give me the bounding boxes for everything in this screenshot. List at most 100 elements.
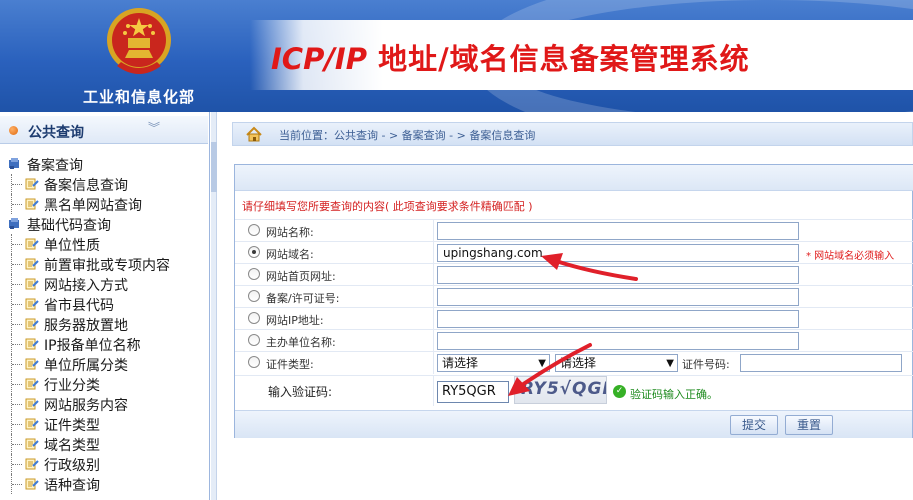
sidebar-item[interactable]: 黑名单网站查询 (0, 194, 208, 214)
tree-connector (11, 474, 23, 494)
site-name-input[interactable] (437, 222, 799, 240)
sidebar-item-label: 备案信息查询 (44, 178, 128, 194)
breadcrumb-text: 当前位置：公共查询 - > 备案查询 - > 备案信息查询 (279, 129, 536, 142)
national-emblem-icon (107, 8, 171, 74)
sidebar-item[interactable]: 行业分类 (0, 374, 208, 394)
system-title-cn: 地址/域名信息备案管理系统 (366, 42, 750, 76)
sidebar-item[interactable]: 证件类型 (0, 414, 208, 434)
domain-required-note: * 网站域名必须输入 (806, 251, 895, 262)
field-row-organizer: 主办单位名称: (235, 329, 913, 352)
sidebar-group[interactable]: 备案查询 (0, 154, 208, 174)
sidebar-item-label: 行业分类 (44, 378, 100, 394)
submit-button[interactable]: 提交 (730, 415, 778, 435)
field-label: 网站首页网址: (266, 270, 336, 283)
domain-input[interactable]: upingshang.com (437, 244, 799, 262)
chevron-double-down-icon[interactable]: ︾ (148, 119, 160, 136)
cert-number-label: 证件号码: (682, 358, 730, 371)
radio-license[interactable] (248, 290, 260, 302)
license-input[interactable] (437, 288, 799, 306)
captcha-image[interactable]: RY5√QGR (514, 376, 607, 404)
ip-input[interactable] (437, 310, 799, 328)
folder-icon (8, 217, 20, 230)
sidebar-item-label: 域名类型 (44, 438, 100, 454)
query-form-panel: 请仔细填写您所要查询的内容( 此项查询要求条件精确匹配 ) 网站名称: 网站域名… (234, 164, 913, 438)
sidebar-header[interactable]: 公共查询 ︾ (0, 116, 208, 144)
sidebar-item[interactable]: 网站接入方式 (0, 274, 208, 294)
splitter-grip[interactable] (211, 142, 217, 192)
homepage-input[interactable] (437, 266, 799, 284)
radio-ip[interactable] (248, 312, 260, 324)
tree-connector (11, 194, 23, 214)
sidebar-item[interactable]: 备案信息查询 (0, 174, 208, 194)
sidebar-item-label: 行政级别 (44, 458, 100, 474)
edit-document-icon (25, 257, 39, 270)
radio-homepage[interactable] (248, 268, 260, 280)
field-label: 主办单位名称: (266, 336, 336, 349)
sidebar-item-label: IP报备单位名称 (44, 338, 141, 354)
sidebar-item-label: 网站接入方式 (44, 278, 128, 294)
tree-connector (11, 354, 23, 374)
button-bar: 提交 重置 (235, 410, 912, 438)
edit-document-icon (25, 397, 39, 410)
field-row-domain: 网站域名: upingshang.com * 网站域名必须输入 (235, 241, 913, 264)
sidebar-item[interactable]: 行政级别 (0, 454, 208, 474)
column-divider (433, 330, 434, 352)
tree-connector (11, 374, 23, 394)
sidebar-item[interactable]: 单位所属分类 (0, 354, 208, 374)
organizer-input[interactable] (437, 332, 799, 350)
sidebar-item-label: 单位所属分类 (44, 358, 128, 374)
sidebar-item[interactable]: IP报备单位名称 (0, 334, 208, 354)
home-icon[interactable] (245, 126, 263, 142)
edit-document-icon (25, 377, 39, 390)
dropdown-arrow-icon: ▼ (666, 358, 674, 369)
edit-document-icon (25, 297, 39, 310)
sidebar-item-label: 前置审批或专项内容 (44, 258, 170, 274)
check-circle-icon: ✓ (613, 385, 626, 398)
sidebar-item[interactable]: 网站服务内容 (0, 394, 208, 414)
sidebar-item-label: 网站服务内容 (44, 398, 128, 414)
field-label: 证件类型: (266, 358, 314, 371)
field-label: 备案/许可证号: (266, 292, 340, 305)
edit-document-icon (25, 457, 39, 470)
sidebar-item[interactable]: 省市县代码 (0, 294, 208, 314)
captcha-input[interactable]: RY5QGR (437, 381, 509, 403)
field-label: 网站名称: (266, 226, 314, 239)
cert-number-input[interactable] (740, 354, 902, 372)
tree-connector (11, 254, 23, 274)
sidebar-group[interactable]: 基础代码查询 (0, 214, 208, 234)
column-divider (433, 308, 434, 330)
sidebar-item-label: 省市县代码 (44, 298, 114, 314)
breadcrumb: 当前位置：公共查询 - > 备案查询 - > 备案信息查询 (232, 122, 913, 146)
sidebar-splitter[interactable] (211, 112, 217, 500)
tree-connector (11, 434, 23, 454)
sidebar-item[interactable]: 域名类型 (0, 434, 208, 454)
sidebar-item-label: 服务器放置地 (44, 318, 128, 334)
radio-domain[interactable] (248, 246, 260, 258)
edit-document-icon (25, 277, 39, 290)
cert-subtype-select[interactable]: 请选择 ▼ (555, 354, 678, 372)
edit-document-icon (25, 417, 39, 430)
system-title: ICP/IP 地址/域名信息备案管理系统 (271, 36, 750, 78)
sidebar-item-label: 语种查询 (44, 478, 100, 494)
folder-icon (8, 157, 20, 170)
sidebar-item[interactable]: 语种查询 (0, 474, 208, 494)
radio-organizer[interactable] (248, 334, 260, 346)
sidebar-item-label: 黑名单网站查询 (44, 198, 142, 214)
reset-button[interactable]: 重置 (785, 415, 833, 435)
radio-site-name[interactable] (248, 224, 260, 236)
sidebar-item[interactable]: 单位性质 (0, 234, 208, 254)
field-label: 网站域名: (266, 248, 314, 261)
sidebar-item[interactable]: 前置审批或专项内容 (0, 254, 208, 274)
tree-connector (11, 174, 23, 194)
field-row-homepage: 网站首页网址: (235, 263, 913, 286)
radio-cert[interactable] (248, 356, 260, 368)
cert-type-select[interactable]: 请选择 ▼ (437, 354, 550, 372)
sidebar-group-label: 备案查询 (27, 158, 83, 174)
edit-document-icon (25, 357, 39, 370)
column-divider (433, 264, 434, 286)
sidebar-item[interactable]: 服务器放置地 (0, 314, 208, 334)
tree-connector (11, 314, 23, 334)
column-divider (433, 352, 434, 374)
field-row-ip: 网站IP地址: (235, 307, 913, 330)
cert-type-select-value: 请选择 (442, 356, 479, 370)
